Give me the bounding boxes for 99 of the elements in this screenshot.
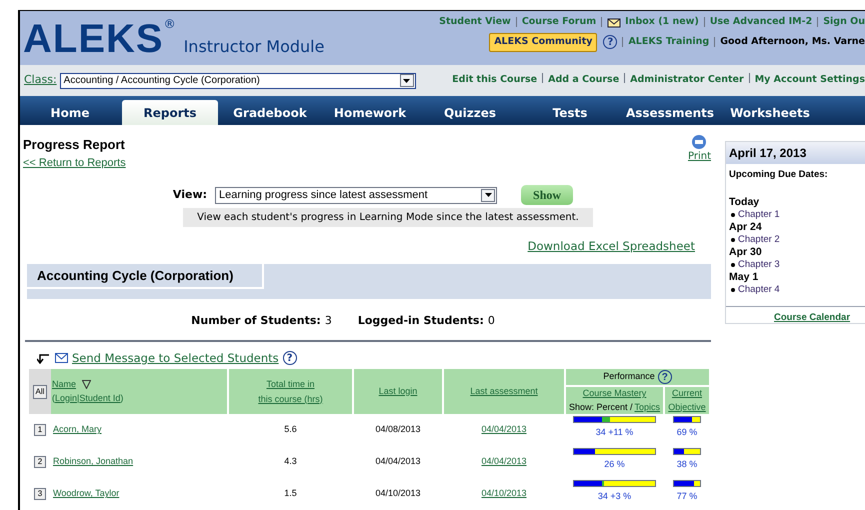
turn-arrow-icon bbox=[37, 352, 51, 364]
download-link[interactable]: Download Excel Spreadsheet bbox=[528, 238, 695, 256]
student-name-link[interactable]: Woodrow, Taylor bbox=[53, 488, 120, 498]
student-name-link[interactable]: Acorn, Mary bbox=[53, 424, 102, 434]
header-link[interactable]: Use Advanced IM-2 bbox=[710, 15, 812, 30]
nav-tab[interactable]: Home bbox=[22, 100, 118, 125]
row-number[interactable]: 1 bbox=[34, 424, 46, 436]
last-assessment-link[interactable]: 04/04/2013 bbox=[481, 424, 527, 434]
send-message-link[interactable]: Send Message to Selected Students bbox=[72, 350, 279, 367]
objective-bar bbox=[673, 448, 701, 456]
help-icon[interactable]: ? bbox=[658, 370, 672, 384]
time-cell: 5.6 bbox=[284, 424, 297, 434]
punctuation-text: ) bbox=[120, 392, 124, 405]
topics-link[interactable]: Topics bbox=[634, 400, 660, 414]
chapter-link[interactable]: Chapter 3 bbox=[738, 259, 780, 272]
nav-tab[interactable]: Gradebook bbox=[222, 100, 318, 125]
stat-label: Number of Students: bbox=[191, 313, 321, 330]
show-label: Show: Percent / bbox=[568, 400, 633, 414]
help-icon[interactable]: ? bbox=[603, 35, 618, 50]
course-calendar-link[interactable]: Course Calendar bbox=[774, 312, 850, 324]
due-day: May 1 bbox=[729, 271, 865, 284]
stat-value: 0 bbox=[488, 313, 495, 330]
nav-tab[interactable]: Worksheets bbox=[722, 100, 818, 125]
objective-bar bbox=[673, 480, 701, 488]
sort-link[interactable]: Student Id bbox=[79, 392, 120, 405]
course-link[interactable]: My Account Settings bbox=[754, 73, 865, 88]
time-cell: 1.5 bbox=[284, 488, 297, 498]
show-button[interactable]: Show bbox=[521, 185, 574, 205]
nav-tab[interactable]: Quizzes bbox=[422, 100, 518, 125]
class-label[interactable]: Class: bbox=[24, 72, 57, 89]
nav-tab[interactable]: Homework bbox=[322, 100, 418, 125]
nav-tab[interactable]: Assessments bbox=[622, 100, 718, 125]
header-link[interactable]: Inbox (1 new) bbox=[625, 15, 699, 30]
due-day: Apr 30 bbox=[729, 246, 865, 260]
punctuation-text: | bbox=[77, 392, 80, 405]
select-all-button[interactable]: All bbox=[32, 384, 48, 398]
bullet-icon bbox=[731, 238, 735, 242]
header-link[interactable]: ALEKS Training bbox=[628, 35, 710, 50]
view-select[interactable]: Learning progress since latest assessment bbox=[215, 186, 498, 204]
header-link[interactable]: Course Forum bbox=[522, 15, 596, 30]
last-login-cell: 04/10/2013 bbox=[375, 488, 421, 498]
objective-percent: 38 % bbox=[676, 458, 698, 472]
sort-link[interactable]: Login bbox=[55, 392, 78, 405]
last-assessment-link[interactable]: 04/10/2013 bbox=[481, 488, 527, 498]
chapter-link[interactable]: Chapter 1 bbox=[738, 209, 780, 222]
last-assessment-link[interactable]: Last assessment bbox=[470, 384, 538, 398]
due-dates-heading: Upcoming Due Dates: bbox=[729, 168, 829, 182]
last-login-cell: 04/04/2013 bbox=[375, 456, 421, 466]
student-name-link[interactable]: Robinson, Jonathan bbox=[53, 456, 134, 466]
page-title: Progress Report bbox=[23, 136, 126, 154]
bullet-icon bbox=[731, 263, 735, 268]
module-title: Instructor Module bbox=[184, 36, 324, 58]
course-link[interactable]: Add a Course bbox=[548, 73, 620, 88]
row-number[interactable]: 2 bbox=[34, 456, 46, 468]
mastery-column-link[interactable]: Course Mastery bbox=[582, 387, 646, 400]
stat-value: 3 bbox=[324, 313, 332, 330]
mastery-percent: 34 +3 % bbox=[598, 490, 632, 504]
due-day: Today bbox=[729, 196, 865, 210]
objective-bar bbox=[673, 416, 701, 424]
punctuation-text: ( bbox=[52, 392, 55, 405]
chapter-link[interactable]: Chapter 2 bbox=[738, 234, 780, 246]
view-description: View each student's progress in Learning Mode since the latest assessment. bbox=[183, 208, 593, 227]
header-link[interactable]: Sign Ou bbox=[823, 15, 865, 30]
help-icon[interactable]: ? bbox=[282, 351, 297, 366]
view-label: View: bbox=[172, 186, 208, 203]
community-button[interactable]: ALEKS Community bbox=[489, 33, 598, 52]
course-link[interactable]: Edit this Course bbox=[452, 73, 538, 88]
nav-tab[interactable]: Tests bbox=[522, 100, 618, 125]
performance-label: Performance bbox=[603, 370, 655, 384]
registered-mark: ® bbox=[164, 16, 176, 33]
return-link[interactable]: << Return to Reports bbox=[23, 154, 126, 171]
stat-label: Logged-in Students: bbox=[358, 313, 484, 330]
greeting-text: Good Afternoon, Ms. Varne bbox=[720, 35, 865, 50]
header-link[interactable]: Student View bbox=[439, 15, 511, 30]
mastery-percent: 34 +11 % bbox=[596, 426, 634, 440]
aleks-logo: ALEKS bbox=[23, 19, 164, 59]
envelope-icon[interactable] bbox=[607, 16, 622, 28]
course-link[interactable]: Administrator Center bbox=[630, 73, 744, 88]
bullet-icon bbox=[731, 288, 735, 292]
envelope-icon bbox=[55, 353, 68, 364]
objective-column-link[interactable]: Current Objective bbox=[667, 387, 707, 414]
due-day: Apr 24 bbox=[729, 221, 865, 234]
last-assessment-link[interactable]: 04/04/2013 bbox=[481, 456, 527, 466]
time-column-link[interactable]: Total time in this course (hrs) bbox=[258, 376, 323, 406]
nav-tab[interactable]: Reports bbox=[122, 100, 218, 125]
mastery-percent: 26 % bbox=[604, 458, 625, 472]
print-link[interactable]: Print bbox=[688, 135, 711, 171]
calendar-date: April 17, 2013 bbox=[726, 142, 865, 164]
name-column-link[interactable]: Name bbox=[52, 378, 76, 392]
bullet-icon bbox=[731, 213, 735, 218]
last-login-link[interactable]: Last login bbox=[378, 384, 418, 398]
class-select[interactable]: Accounting / Accounting Cycle (Corporation) bbox=[60, 72, 416, 88]
objective-percent: 69 % bbox=[676, 426, 698, 440]
time-cell: 4.3 bbox=[284, 456, 297, 466]
row-number[interactable]: 3 bbox=[34, 488, 46, 500]
chapter-link[interactable]: Chapter 4 bbox=[738, 284, 780, 296]
last-login-cell: 04/08/2013 bbox=[375, 424, 421, 434]
objective-percent: 77 % bbox=[676, 490, 698, 504]
filter-icon bbox=[82, 380, 92, 390]
